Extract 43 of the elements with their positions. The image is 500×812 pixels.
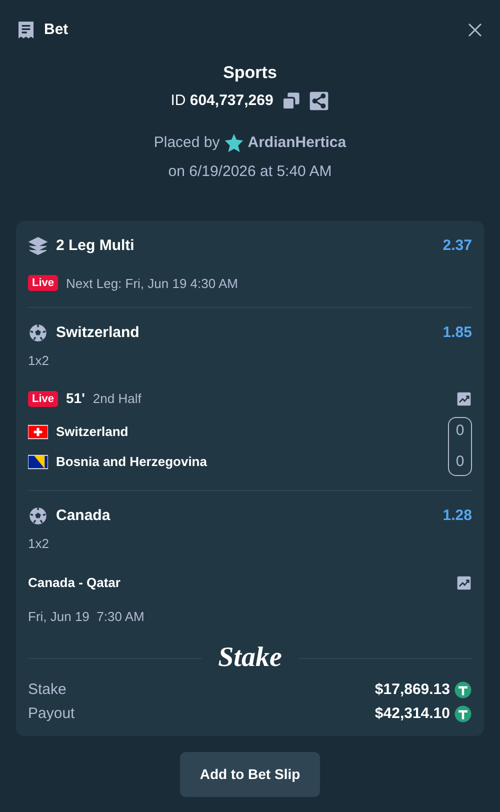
username-link[interactable]: ArdianHertica — [248, 132, 346, 154]
bet-type: Sports — [223, 62, 277, 84]
tether-coin-icon — [454, 681, 472, 699]
team-name: Switzerland — [56, 422, 128, 441]
copy-icon[interactable] — [281, 90, 302, 111]
panel-title: Bet — [44, 20, 68, 40]
odds-value: 1.28 — [442, 506, 472, 526]
live-badge: Live — [28, 390, 58, 406]
match-date: Fri, Jun 19 7:30 AM — [28, 608, 146, 626]
share-icon[interactable] — [309, 90, 330, 111]
total-label: Stake — [28, 680, 68, 700]
selection-name: Canada — [56, 506, 112, 526]
total-amount: $42,314.10 — [374, 704, 450, 724]
odds-value: 2.37 — [442, 236, 472, 256]
total-amount: $17,869.13 — [374, 680, 450, 700]
live-badge: Live — [28, 275, 58, 292]
match-period: 2nd Half — [92, 390, 142, 408]
multi-title: 2 Leg Multi — [56, 236, 136, 256]
market-name: 1x2 — [28, 534, 50, 552]
chart-icon[interactable] — [456, 390, 472, 406]
brand-logo: Stake — [218, 644, 282, 672]
team-score: 0 — [456, 421, 464, 441]
layers-icon — [28, 236, 48, 256]
team-score: 0 — [456, 452, 464, 472]
soccer-ball-icon — [28, 506, 48, 526]
selection-name: Switzerland — [56, 323, 140, 343]
chart-icon[interactable] — [456, 574, 472, 591]
bet-id: ID 604,737,269 — [170, 90, 274, 110]
tether-coin-icon — [454, 705, 472, 723]
placed-date: on 6/19/2026 at 5:40 AM — [168, 162, 332, 182]
placed-by-label: Placed by — [154, 133, 220, 153]
match-minute: 51' — [66, 389, 85, 408]
next-leg-text: Next Leg: Fri, Jun 19 4:30 AM — [66, 274, 238, 293]
market-name: 1x2 — [28, 352, 50, 370]
receipt-icon — [16, 20, 36, 40]
odds-value: 1.85 — [442, 323, 472, 343]
add-to-bet-slip-button[interactable]: Add to Bet Slip — [180, 752, 320, 797]
total-label: Payout — [28, 704, 76, 724]
soccer-ball-icon — [28, 323, 48, 344]
team-name: Bosnia and Herzegovina — [56, 452, 207, 471]
star-badge-icon — [224, 133, 244, 154]
match-name: Canada - Qatar — [28, 574, 122, 592]
close-icon[interactable] — [466, 21, 484, 39]
